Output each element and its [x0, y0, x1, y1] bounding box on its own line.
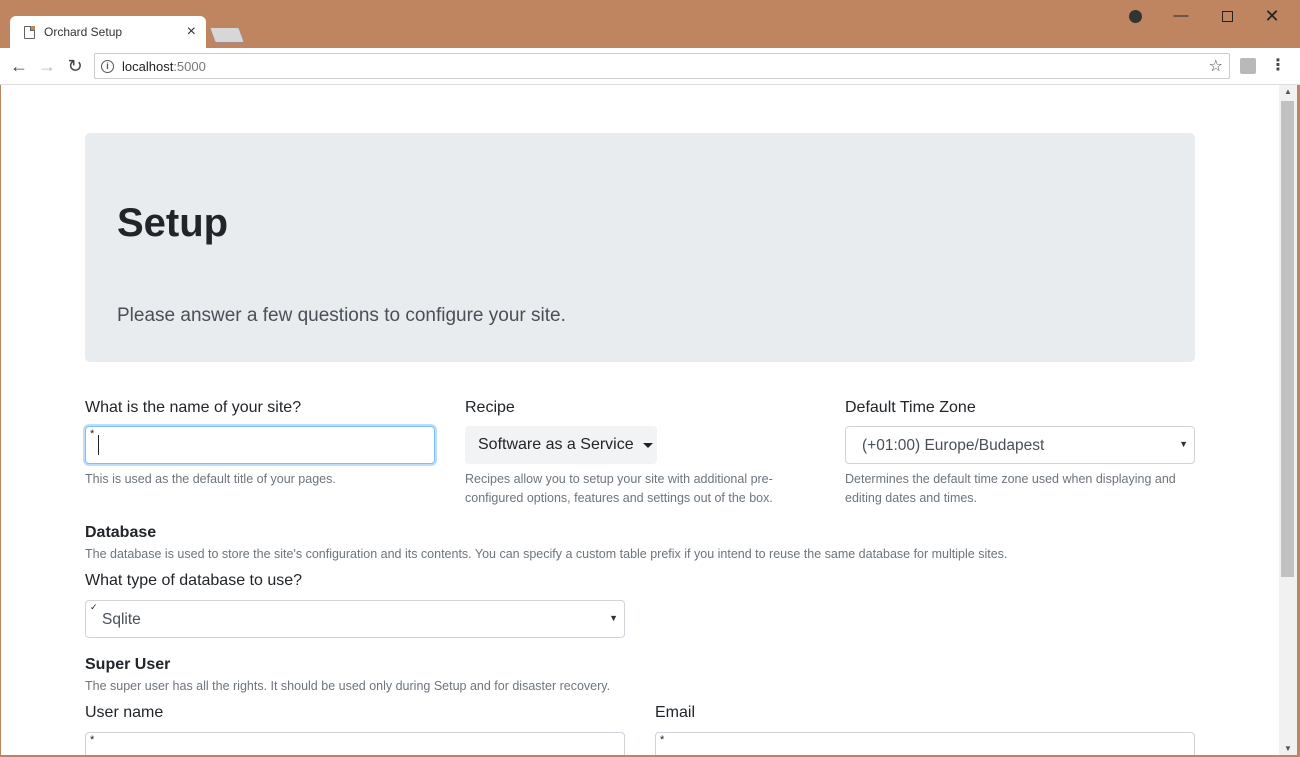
- browser-tab[interactable]: Orchard Setup ×: [10, 16, 206, 48]
- recipe-label: Recipe: [465, 399, 515, 416]
- database-section-title: Database: [85, 524, 157, 541]
- site-name-label: What is the name of your site?: [85, 399, 302, 416]
- database-description: The database is used to store the site's…: [85, 547, 1008, 561]
- profile-icon[interactable]: [1125, 6, 1145, 26]
- vertical-scrollbar[interactable]: ▲ ▼: [1279, 85, 1297, 755]
- text-caret: [98, 435, 99, 455]
- address-bar[interactable]: i localhost:5000 ☆: [94, 53, 1230, 79]
- recipe-dropdown[interactable]: Software as a Service: [465, 426, 657, 464]
- recipe-selected: Software as a Service: [478, 436, 634, 453]
- window-titlebar: Orchard Setup × — ✕: [0, 0, 1300, 48]
- page-subtitle: Please answer a few questions to configu…: [117, 305, 566, 326]
- email-label: Email: [655, 704, 696, 721]
- super-user-description: The super user has all the rights. It sh…: [85, 679, 611, 693]
- timezone-select[interactable]: (+01:00) Europe/Budapest ▼: [845, 426, 1195, 464]
- extension-icon[interactable]: [1240, 58, 1256, 74]
- page-viewport: Setup Please answer a few questions to c…: [1, 85, 1279, 755]
- username-label: User name: [85, 704, 164, 721]
- browser-menu-icon[interactable]: ⋮: [1270, 56, 1286, 76]
- required-marker: *: [90, 428, 95, 440]
- scroll-down-icon[interactable]: ▼: [1284, 744, 1292, 753]
- scroll-up-icon[interactable]: ▲: [1284, 87, 1292, 96]
- email-input[interactable]: *: [655, 732, 1195, 755]
- setup-header: Setup Please answer a few questions to c…: [85, 133, 1195, 362]
- valid-check-icon: ✓: [90, 602, 98, 612]
- database-type-select[interactable]: ✓ Sqlite ▼: [85, 600, 625, 638]
- username-input[interactable]: *: [85, 732, 625, 755]
- timezone-label: Default Time Zone: [845, 399, 976, 416]
- required-marker: *: [660, 734, 665, 746]
- back-arrow-icon[interactable]: ←: [8, 55, 30, 77]
- select-arrow-icon: ▼: [1179, 439, 1188, 449]
- bookmark-star-icon[interactable]: ☆: [1209, 56, 1223, 76]
- required-marker: *: [90, 734, 95, 746]
- page-title: Setup: [117, 201, 229, 245]
- select-arrow-icon: ▼: [609, 613, 618, 623]
- site-name-input[interactable]: *: [85, 426, 435, 464]
- browser-toolbar: ← → ↻ i localhost:5000 ☆ ⋮: [0, 48, 1300, 85]
- database-type-label: What type of database to use?: [85, 572, 303, 589]
- new-tab-button[interactable]: [209, 27, 245, 43]
- url-port: :5000: [173, 58, 206, 74]
- close-window-button[interactable]: ✕: [1262, 6, 1282, 26]
- super-user-section-title: Super User: [85, 656, 171, 673]
- maximize-button[interactable]: [1217, 6, 1237, 26]
- tab-title: Orchard Setup: [44, 25, 123, 39]
- url-host: localhost: [122, 58, 174, 74]
- scrollbar-thumb[interactable]: [1281, 101, 1294, 577]
- caret-down-icon: [642, 442, 653, 448]
- reload-icon[interactable]: ↻: [64, 55, 86, 77]
- timezone-help: Determines the default time zone used wh…: [845, 472, 1176, 505]
- page-icon: [24, 25, 35, 39]
- site-name-help: This is used as the default title of you…: [85, 472, 336, 486]
- recipe-help: Recipes allow you to setup your site wit…: [465, 472, 773, 505]
- timezone-selected: (+01:00) Europe/Budapest: [862, 437, 1045, 454]
- forward-arrow-icon[interactable]: →: [36, 55, 58, 77]
- database-selected: Sqlite: [102, 611, 141, 628]
- minimize-button[interactable]: —: [1171, 6, 1191, 26]
- info-icon[interactable]: i: [101, 59, 114, 73]
- tab-close-icon[interactable]: ×: [187, 24, 196, 40]
